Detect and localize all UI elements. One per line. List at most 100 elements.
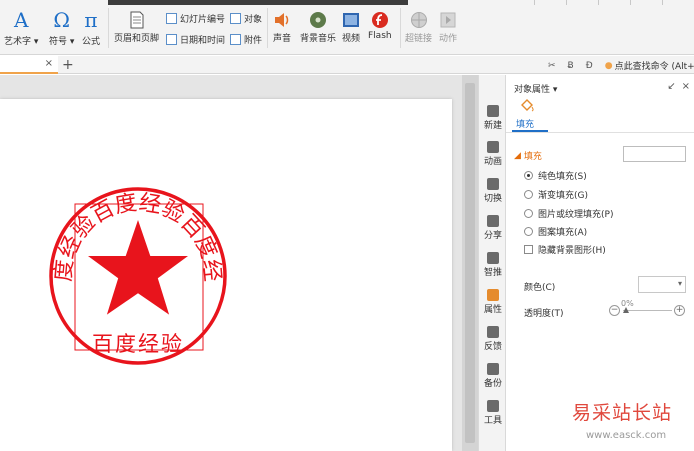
sidestrip-tools[interactable]: 工具 bbox=[479, 400, 507, 426]
fill-section-header[interactable]: ◢ 填充 bbox=[514, 149, 542, 163]
object-button[interactable]: 对象 bbox=[230, 12, 262, 25]
ribbon-top-divider bbox=[534, 0, 535, 5]
sidestrip-backup-label: 备份 bbox=[483, 379, 502, 389]
attachment-icon bbox=[230, 34, 241, 45]
ribbon-top-divider bbox=[630, 0, 631, 5]
symbol-label: 符号 ▾ bbox=[49, 37, 75, 47]
art-text-button[interactable]: A 艺术字 ▾ bbox=[4, 8, 38, 47]
close-pane-icon[interactable]: × bbox=[682, 81, 690, 92]
transparency-slider-track[interactable] bbox=[623, 310, 672, 311]
sidestrip-properties[interactable]: 属性 bbox=[479, 289, 507, 315]
scissor-icon[interactable]: ✂ bbox=[548, 61, 556, 71]
d-icon[interactable]: Ɖ bbox=[586, 61, 593, 71]
hyperlink-button[interactable]: 超链接 bbox=[405, 8, 432, 44]
b-icon[interactable]: Ƀ bbox=[568, 61, 574, 71]
seal-graphic[interactable]: 百度经验百度经验百度经验 百度经验 bbox=[0, 80, 452, 451]
task-pane-strip: 新建 动画 切换 分享 智推 属性 反馈 备份 工具 bbox=[478, 75, 506, 451]
share-icon bbox=[487, 215, 499, 227]
fill-bucket-icon bbox=[519, 98, 535, 117]
document-tab[interactable]: × bbox=[0, 56, 58, 74]
feedback-icon bbox=[487, 326, 499, 338]
transparency-plus-button[interactable]: + bbox=[674, 305, 685, 316]
ribbon-top-divider bbox=[598, 0, 599, 5]
seal-arc-text: 百度经验百度经验百度经验 bbox=[0, 99, 225, 283]
fill-tab[interactable]: 填充 bbox=[516, 117, 534, 130]
bg-music-label: 背景音乐 bbox=[300, 34, 337, 44]
seal-star bbox=[88, 220, 188, 315]
backup-icon bbox=[487, 363, 499, 375]
watermark-url: www.easck.com bbox=[586, 430, 667, 441]
ribbon-top-strip bbox=[0, 0, 694, 5]
add-tab-button[interactable]: + bbox=[62, 56, 74, 74]
props-window-controls: ↙ × bbox=[667, 81, 690, 92]
attachment-button[interactable]: 附件 bbox=[230, 33, 262, 46]
slide-number-label: 幻灯片编号 bbox=[180, 15, 226, 25]
slide-number-button[interactable]: 幻灯片编号 bbox=[166, 12, 225, 25]
action-play-icon bbox=[439, 11, 457, 29]
video-button[interactable]: 视频 bbox=[342, 8, 360, 44]
solid-fill-radio[interactable] bbox=[524, 171, 533, 180]
flash-button[interactable]: Flash bbox=[368, 8, 392, 41]
action-button[interactable]: 动作 bbox=[439, 8, 457, 44]
bulb-icon: ● bbox=[604, 60, 613, 71]
date-time-label: 日期和时间 bbox=[180, 36, 226, 46]
flash-label: Flash bbox=[368, 31, 392, 41]
scrollbar-thumb[interactable] bbox=[465, 83, 475, 443]
calendar-icon bbox=[166, 34, 177, 45]
sidestrip-transition-label: 切换 bbox=[483, 194, 502, 204]
sidestrip-transition[interactable]: 切换 bbox=[479, 178, 507, 204]
sidestrip-animation[interactable]: 动画 bbox=[479, 141, 507, 167]
formula-button[interactable]: π 公式 bbox=[82, 8, 100, 47]
picture-fill-radio[interactable] bbox=[524, 209, 533, 218]
sidestrip-animation-label: 动画 bbox=[483, 157, 502, 167]
hyperlink-label: 超链接 bbox=[405, 34, 433, 44]
sidestrip-feedback[interactable]: 反馈 bbox=[479, 326, 507, 352]
symbol-button[interactable]: Ω 符号 ▾ bbox=[49, 8, 74, 47]
transparency-label: 透明度(T) bbox=[524, 309, 564, 319]
color-dropdown[interactable]: ▾ bbox=[638, 276, 686, 293]
sidestrip-backup[interactable]: 备份 bbox=[479, 363, 507, 389]
sidestrip-properties-label: 属性 bbox=[483, 305, 502, 315]
ribbon-top-divider bbox=[662, 0, 663, 5]
object-label: 对象 bbox=[244, 15, 263, 25]
hide-bg-checkbox[interactable] bbox=[524, 245, 533, 254]
picture-fill-option[interactable]: 图片或纹理填充(P) bbox=[524, 207, 613, 220]
pattern-fill-option[interactable]: 图案填充(A) bbox=[524, 225, 587, 238]
gradient-fill-radio[interactable] bbox=[524, 190, 533, 199]
new-icon bbox=[487, 105, 499, 117]
gradient-fill-option[interactable]: 渐变填充(G) bbox=[524, 188, 588, 201]
attachment-label: 附件 bbox=[244, 36, 263, 46]
collapse-triangle-icon: ◢ bbox=[514, 150, 521, 161]
sidestrip-new[interactable]: 新建 bbox=[479, 105, 507, 131]
slide-canvas: 百度经验百度经验百度经验 百度经验 bbox=[0, 75, 478, 451]
fill-section-label: 填充 bbox=[523, 152, 542, 162]
sound-button[interactable]: 声音 bbox=[273, 8, 291, 44]
transparency-minus-button[interactable]: − bbox=[609, 305, 620, 316]
header-footer-button[interactable]: 页眉和页脚 bbox=[114, 8, 159, 44]
find-command-box[interactable]: ● 点此查找命令 (Alt+Q bbox=[604, 59, 694, 73]
chevron-down-icon: ▾ bbox=[677, 279, 682, 288]
sound-label: 声音 bbox=[273, 34, 292, 44]
vertical-scrollbar[interactable] bbox=[462, 75, 478, 451]
date-time-button[interactable]: 日期和时间 bbox=[166, 33, 225, 46]
pi-icon: π bbox=[84, 8, 98, 32]
dock-icon[interactable]: ↙ bbox=[667, 81, 675, 92]
ribbon-divider bbox=[400, 8, 401, 48]
pattern-fill-radio[interactable] bbox=[524, 227, 533, 236]
props-title[interactable]: 对象属性 ▾ bbox=[514, 82, 557, 95]
slide-number-icon bbox=[166, 13, 177, 24]
slide[interactable]: 百度经验百度经验百度经验 百度经验 bbox=[0, 80, 452, 451]
sidestrip-share[interactable]: 分享 bbox=[479, 215, 507, 241]
solid-fill-option[interactable]: 纯色填充(S) bbox=[524, 169, 587, 182]
fill-color-box[interactable] bbox=[623, 146, 686, 162]
transparency-slider-thumb[interactable] bbox=[623, 307, 629, 313]
art-text-label: 艺术字 ▾ bbox=[4, 37, 39, 47]
seal-bottom-text: 百度经验 bbox=[92, 332, 184, 356]
transition-icon bbox=[487, 178, 499, 190]
smart-bulb-icon bbox=[487, 252, 499, 264]
hide-bg-option[interactable]: 隐藏背景图形(H) bbox=[524, 243, 606, 256]
sidestrip-smart[interactable]: 智推 bbox=[479, 252, 507, 278]
gradient-fill-label: 渐变填充(G) bbox=[538, 191, 588, 201]
close-tab-icon[interactable]: × bbox=[45, 58, 53, 69]
bg-music-button[interactable]: 背景音乐 bbox=[300, 8, 336, 44]
